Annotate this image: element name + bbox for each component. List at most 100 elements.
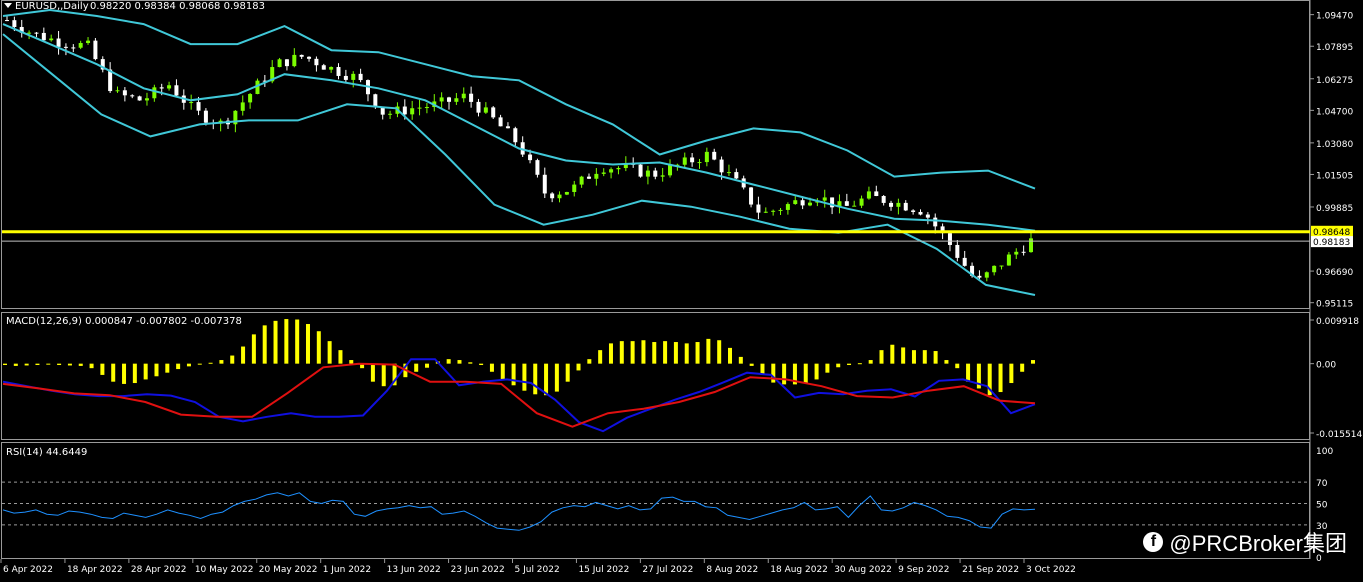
macd-histogram-bar — [619, 341, 624, 364]
macd-histogram-bar — [132, 363, 137, 384]
price-axis: 1.09470 1.07895 1.06275 1.04700 1.03080 1.015… — [1310, 12, 1353, 310]
macd-histogram — [3, 319, 1035, 396]
candle-body — [903, 202, 908, 211]
candle-body — [947, 233, 952, 245]
candle-body — [1029, 238, 1033, 253]
candle-body — [579, 176, 584, 185]
current-price-tag: 0.98183 — [1311, 236, 1353, 248]
candle-body — [616, 168, 621, 170]
candle-body — [314, 58, 319, 66]
macd-histogram-bar — [836, 363, 841, 368]
watermark: f @PRCBroker集团 — [1143, 526, 1347, 558]
macd-histogram-bar — [46, 363, 51, 365]
macd-panel-border — [1, 312, 1310, 440]
candle-body — [380, 107, 385, 115]
candle-body — [933, 217, 938, 227]
candle-body — [1021, 251, 1026, 253]
candle-body — [962, 257, 967, 266]
candle-body — [284, 59, 289, 67]
macd-histogram-bar — [998, 363, 1003, 393]
macd-histogram-bar — [879, 350, 884, 364]
candle-body — [793, 200, 798, 205]
candle-body — [203, 110, 208, 123]
rsi-panel: RSI(14) 44.6449 1007050300 — [2, 447, 1333, 564]
macd-histogram-bar — [305, 324, 310, 364]
candle-body — [763, 211, 768, 213]
bollinger-lower-line — [2, 33, 1036, 296]
rsi-panel-border — [1, 442, 1310, 559]
date-tick-label: 8 Aug 2022 — [706, 565, 758, 575]
price-tick-label: 1.09470 — [1316, 12, 1353, 22]
macd-histogram-bar — [782, 363, 787, 385]
candle-body — [778, 209, 783, 211]
macd-histogram-bar — [890, 344, 895, 364]
price-tick-label: 1.04700 — [1316, 107, 1353, 117]
candle-body — [513, 128, 518, 143]
macd-histogram-bar — [338, 350, 343, 364]
candle-body — [638, 164, 643, 177]
candle-body — [822, 197, 827, 201]
macd-histogram-bar — [122, 363, 127, 384]
date-axis: 6 Apr 2022 18 Apr 2022 28 Apr 2022 10 May 2… — [0, 559, 1076, 575]
macd-histogram-bar — [955, 363, 960, 369]
macd-histogram-bar — [944, 360, 949, 364]
macd-histogram-bar — [738, 356, 743, 364]
macd-tick-label: 0.00 — [1316, 361, 1336, 371]
date-tick-label: 3 Oct 2022 — [1026, 565, 1076, 575]
candle-body — [12, 20, 17, 27]
macd-histogram-bar — [901, 347, 906, 364]
macd-histogram-bar — [695, 342, 700, 364]
macd-histogram-bar — [576, 363, 581, 371]
candle-body — [756, 204, 761, 213]
date-tick-label: 18 Apr 2022 — [67, 565, 123, 575]
candle-body — [859, 198, 864, 206]
level-price-tag: 0.98648 — [1311, 225, 1353, 238]
date-tick-label: 30 Aug 2022 — [834, 565, 892, 575]
candle-body — [749, 187, 754, 205]
trading-chart[interactable]: 1.09470 1.07895 1.06275 1.04700 1.03080 1.015… — [0, 0, 1363, 582]
candle-body — [388, 113, 393, 115]
candle-body — [557, 194, 562, 199]
macd-histogram-bar — [489, 363, 494, 372]
date-tick-label: 13 Jun 2022 — [387, 565, 441, 575]
macd-histogram-bar — [165, 363, 170, 373]
candle-body — [351, 73, 356, 80]
candle-body — [712, 151, 717, 160]
candle-body — [277, 59, 282, 68]
candle-body — [476, 101, 481, 113]
price-tick-label: 0.95115 — [1316, 300, 1353, 310]
price-tick-label: 1.03080 — [1316, 140, 1353, 150]
candle-body — [719, 159, 724, 173]
candle-body — [984, 272, 989, 278]
date-tick-label: 5 Jul 2022 — [515, 565, 560, 575]
candle-body — [78, 43, 83, 48]
candle-body — [159, 87, 164, 89]
macd-histogram-bar — [143, 363, 148, 380]
macd-histogram-bar — [241, 346, 246, 364]
candle-body — [977, 275, 982, 278]
collapse-triangle-icon[interactable] — [4, 3, 12, 8]
candle-body — [726, 172, 731, 174]
date-tick-label: 15 Jul 2022 — [578, 565, 629, 575]
macd-histogram-bar — [911, 350, 916, 364]
macd-histogram-bar — [1009, 363, 1014, 384]
macd-histogram-bar — [922, 350, 927, 364]
rsi-label: RSI(14) 44.6449 — [6, 447, 87, 458]
macd-histogram-bar — [262, 325, 267, 364]
macd-histogram-bar — [446, 359, 451, 364]
macd-histogram-bar — [847, 363, 852, 366]
date-tick-label: 28 Apr 2022 — [131, 565, 187, 575]
candle-body — [586, 176, 591, 179]
candle-body — [690, 157, 695, 163]
macd-tick-label: 0.009918 — [1316, 317, 1359, 327]
macd-histogram-bar — [511, 363, 516, 386]
candle-body — [27, 32, 32, 34]
candle-body — [889, 202, 894, 207]
facebook-icon: f — [1143, 532, 1164, 552]
candle-body — [1006, 254, 1011, 266]
candle-body — [49, 38, 54, 41]
macd-histogram-bar — [814, 363, 819, 380]
candle-body — [137, 96, 142, 101]
candle-body — [660, 175, 665, 177]
candle-body — [240, 102, 245, 111]
